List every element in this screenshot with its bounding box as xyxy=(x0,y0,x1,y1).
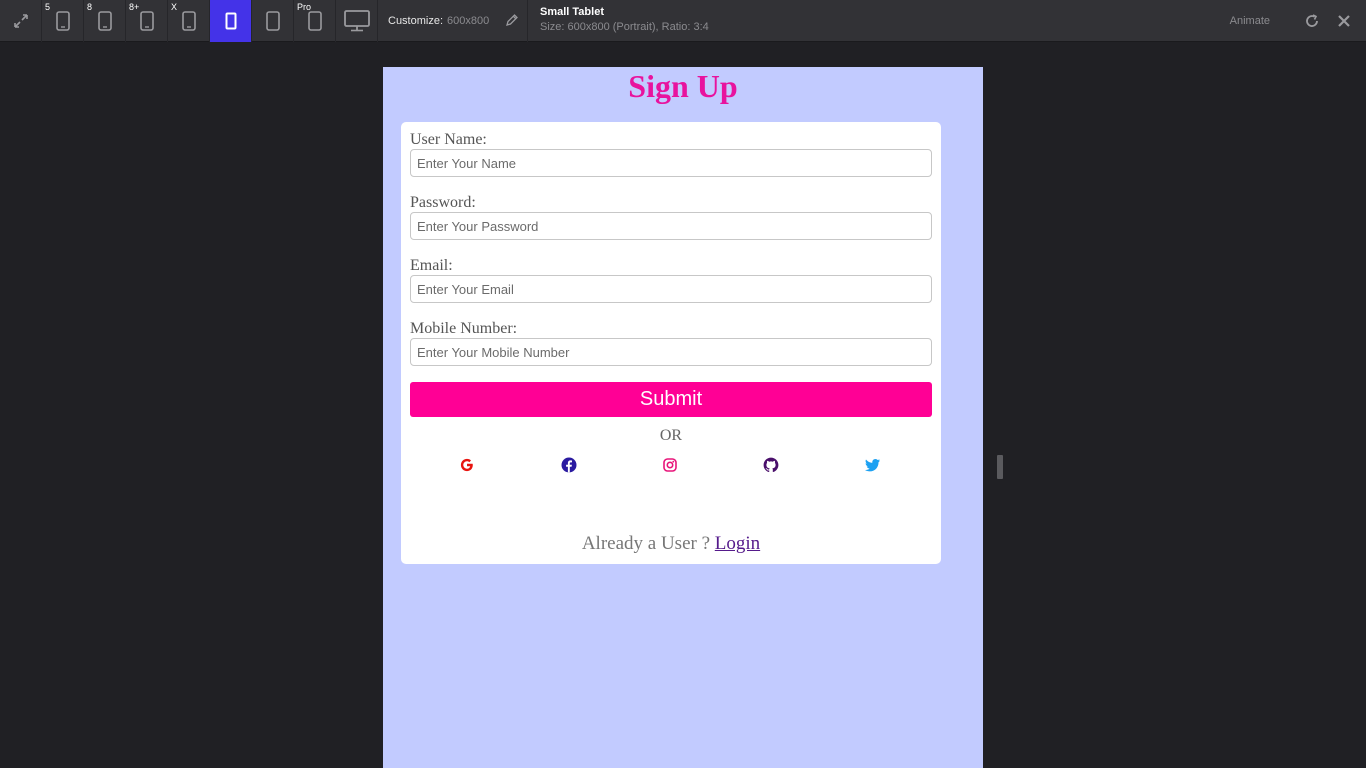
already-user-text: Already a User ? Login xyxy=(401,533,941,555)
customize-value: 600x800 xyxy=(447,15,490,27)
fullscreen-button[interactable] xyxy=(0,0,42,42)
phone-icon xyxy=(97,11,112,31)
device-ipad-pro-button[interactable]: Pro xyxy=(294,0,336,42)
username-input[interactable] xyxy=(410,149,932,177)
animate-button[interactable]: Animate xyxy=(1230,15,1270,27)
device-iphone-8-button[interactable]: 8 xyxy=(84,0,126,42)
login-link[interactable]: Login xyxy=(715,533,760,554)
device-badge: X xyxy=(171,2,178,12)
pencil-icon xyxy=(506,14,518,26)
device-badge: 5 xyxy=(45,2,51,12)
email-label: Email: xyxy=(410,257,453,274)
customize-label: Customize: xyxy=(388,15,444,27)
twitter-icon xyxy=(865,459,880,472)
submit-button[interactable]: Submit xyxy=(410,382,932,417)
phone-icon xyxy=(55,11,70,31)
already-user-prompt: Already a User ? xyxy=(581,533,711,554)
device-iphone-8plus-button[interactable]: 8+ xyxy=(126,0,168,42)
device-preview-frame: Sign Up User Name: Password: Email: Mobi… xyxy=(383,67,983,768)
github-icon xyxy=(763,457,779,473)
or-divider: OR xyxy=(659,427,683,444)
facebook-login-button[interactable] xyxy=(560,456,578,474)
tablet-icon xyxy=(265,11,280,31)
facebook-icon xyxy=(561,457,577,473)
tablet-icon xyxy=(225,12,236,30)
device-iphone-x-button[interactable]: X xyxy=(168,0,210,42)
google-icon xyxy=(460,458,473,472)
instagram-icon xyxy=(663,458,677,472)
password-label: Password: xyxy=(410,194,476,211)
device-iphone-5-button[interactable]: 5 xyxy=(42,0,84,42)
github-login-button[interactable] xyxy=(762,456,780,474)
desktop-monitor-icon xyxy=(343,10,370,32)
device-small-tablet-button[interactable] xyxy=(210,0,252,42)
expand-arrows-icon xyxy=(13,14,28,28)
customize-size-button[interactable]: Customize: 600x800 xyxy=(378,0,528,42)
device-desktop-button[interactable] xyxy=(336,0,378,42)
tablet-icon xyxy=(307,11,322,31)
rotate-icon xyxy=(1306,14,1318,27)
phone-icon xyxy=(181,11,196,31)
signup-form: User Name: Password: Email: Mobile Numbe… xyxy=(401,122,941,564)
device-name: Small Tablet xyxy=(540,6,604,18)
mobile-number-label: Mobile Number: xyxy=(410,320,518,337)
close-button[interactable] xyxy=(1328,14,1360,28)
device-size-info: Size: 600x800 (Portrait), Ratio: 3:4 xyxy=(540,21,709,33)
device-badge: 8 xyxy=(87,2,93,12)
google-login-button[interactable] xyxy=(458,456,476,474)
rotate-button[interactable] xyxy=(1296,13,1328,29)
resize-handle[interactable] xyxy=(997,455,1003,479)
device-tablet-button[interactable] xyxy=(252,0,294,42)
device-badge: 8+ xyxy=(129,2,140,12)
twitter-login-button[interactable] xyxy=(864,456,882,474)
mobile-number-input[interactable] xyxy=(410,338,932,366)
email-input[interactable] xyxy=(410,275,932,303)
phone-icon xyxy=(139,11,154,31)
social-login-row xyxy=(410,455,932,495)
password-input[interactable] xyxy=(410,212,932,240)
device-badge: Pro xyxy=(297,2,312,12)
close-icon xyxy=(1338,15,1350,27)
preview-toolbar: 5 8 8+ X Pro Customize: 600x800 Small Ta… xyxy=(0,0,1366,42)
device-info: Small Tablet Size: 600x800 (Portrait), R… xyxy=(528,0,709,41)
instagram-login-button[interactable] xyxy=(661,456,679,474)
page-title: Sign Up xyxy=(628,68,738,104)
username-label: User Name: xyxy=(410,131,487,148)
